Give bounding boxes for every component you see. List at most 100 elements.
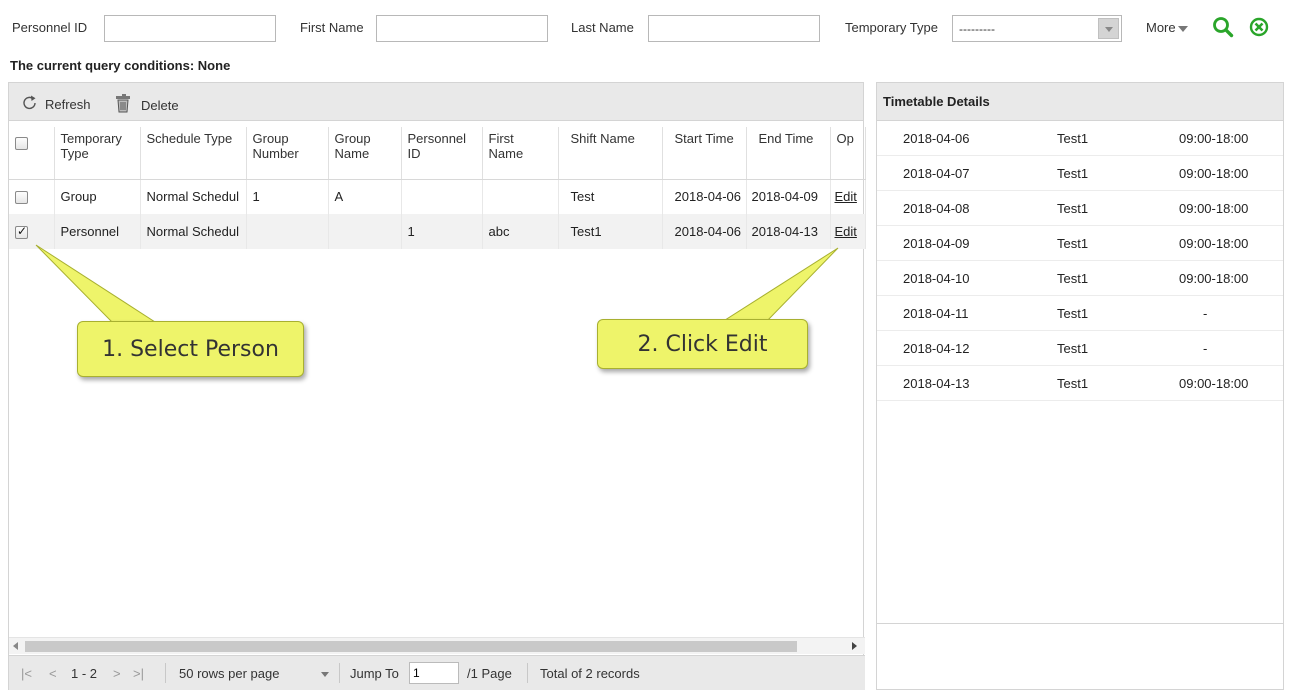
clear-icon[interactable] [1248,16,1270,41]
temporary-type-select[interactable]: --------- [952,15,1122,42]
column-header[interactable]: Temporary Type [54,127,141,180]
first-name-cell: abc [482,214,559,249]
timetable-shift: Test1 [1057,271,1089,286]
scroll-left-icon[interactable] [13,642,18,650]
timetable-time: 09:00-18:00 [1179,376,1249,391]
select-all-header[interactable] [9,127,55,180]
column-header[interactable]: Op [830,127,866,180]
first-name-input[interactable] [376,15,548,42]
refresh-button[interactable]: Refresh [21,94,91,115]
pagination-bar: |< < 1 - 2 > >| 50 rows per page Jump To… [9,655,865,690]
timetable-shift: Test1 [1057,166,1089,181]
timetable-time: 09:00-18:00 [1179,131,1249,146]
scrollbar-thumb[interactable] [25,641,797,652]
row-checkbox[interactable] [15,224,28,240]
refresh-label: Refresh [45,97,91,112]
column-header[interactable]: Schedule Type [140,127,247,180]
timetable-row: 2018-04-08 Test1 09:00-18:00 [877,191,1283,226]
shift-name-cell: Test [558,179,663,214]
timetable-time: 09:00-18:00 [1179,271,1249,286]
timetable-date: 2018-04-07 [903,166,970,181]
next-page-icon[interactable]: > [113,666,121,681]
timetable-shift: Test1 [1057,341,1089,356]
column-header[interactable]: End Time [746,127,831,180]
personnel-id-cell [401,179,483,214]
timetable-row: 2018-04-06 Test1 09:00-18:00 [877,121,1283,156]
select-all-checkbox[interactable] [15,137,28,150]
horizontal-scrollbar[interactable] [9,637,865,654]
row-checkbox-cell[interactable] [9,179,55,214]
column-header[interactable]: Personnel ID [401,127,483,180]
temporary-type-cell: Group [54,179,141,214]
column-header[interactable]: Shift Name [558,127,663,180]
page-range: 1 - 2 [71,666,98,681]
search-icon[interactable] [1211,15,1235,42]
timetable-row: 2018-04-10 Test1 09:00-18:00 [877,261,1283,296]
pager-divider [165,663,166,683]
start-time-cell: 2018-04-06 [662,179,747,214]
timetable-row: 2018-04-11 Test1 - [877,296,1283,331]
table-row[interactable]: Personnel Normal Schedul 1 abc Test1 201… [9,214,866,249]
personnel-id-label: Personnel ID [12,20,88,35]
last-name-input[interactable] [648,15,820,42]
page-total: /1 Page [467,666,512,681]
shift-name-cell: Test1 [558,214,663,249]
schedule-grid-panel: Refresh Delete Temporary Type Schedule T… [8,82,866,690]
timetable-row: 2018-04-09 Test1 09:00-18:00 [877,226,1283,261]
timetable-time: 09:00-18:00 [1179,236,1249,251]
first-page-icon[interactable]: |< [21,666,32,681]
edit-link[interactable]: Edit [835,224,857,239]
table-row[interactable]: Group Normal Schedul 1 A Test 2018-04-06… [9,179,866,214]
more-label: More [1146,20,1176,35]
timetable-time: - [1203,306,1208,321]
row-checkbox[interactable] [15,191,28,205]
personnel-id-cell: 1 [401,214,483,249]
timetable-shift: Test1 [1057,376,1089,391]
row-checkbox-cell[interactable] [9,214,55,249]
grid-toolbar: Refresh Delete [9,83,863,121]
more-button[interactable]: More [1146,20,1188,35]
column-header[interactable]: Group Number [246,127,329,180]
jump-to-input[interactable] [409,662,459,684]
pager-divider [339,663,340,683]
last-page-icon[interactable]: >| [133,666,144,681]
caret-down-icon [1177,25,1188,32]
start-time-cell: 2018-04-06 [662,214,747,249]
end-time-cell: 2018-04-13 [746,214,831,249]
first-name-label: First Name [300,20,364,35]
op-cell: Edit [830,179,866,214]
schedule-type-cell: Normal Schedul [140,214,247,249]
timetable-date: 2018-04-06 [903,131,970,146]
timetable-date: 2018-04-08 [903,201,970,216]
chevron-down-icon[interactable] [321,672,329,677]
group-name-cell [328,214,402,249]
group-name-cell: A [328,179,402,214]
timetable-title: Timetable Details [877,83,1283,121]
timetable-row: 2018-04-12 Test1 - [877,331,1283,366]
delete-label: Delete [141,98,179,113]
personnel-id-input[interactable] [104,15,276,42]
timetable-row: 2018-04-07 Test1 09:00-18:00 [877,156,1283,191]
timetable-time: 09:00-18:00 [1179,166,1249,181]
column-header[interactable]: Start Time [662,127,747,180]
timetable-date: 2018-04-09 [903,236,970,251]
chevron-down-icon[interactable] [1098,18,1119,39]
search-bar: Personnel ID First Name Last Name Tempor… [8,12,1298,46]
column-header[interactable]: First Name [482,127,559,180]
query-conditions: The current query conditions: None [10,58,231,73]
timetable-time: 09:00-18:00 [1179,201,1249,216]
prev-page-icon[interactable]: < [49,666,57,681]
temporary-type-label: Temporary Type [845,20,938,35]
group-number-cell: 1 [246,179,329,214]
column-header[interactable]: Group Name [328,127,402,180]
edit-link[interactable]: Edit [835,189,857,204]
timetable-shift: Test1 [1057,131,1089,146]
jump-to-label: Jump To [350,666,399,681]
rows-per-page-select[interactable]: 50 rows per page [179,666,279,681]
temporary-type-cell: Personnel [54,214,141,249]
scroll-right-icon[interactable] [852,642,857,650]
group-number-cell [246,214,329,249]
temporary-type-value: --------- [959,22,995,36]
delete-button[interactable]: Delete [113,94,179,117]
refresh-icon [21,94,45,115]
